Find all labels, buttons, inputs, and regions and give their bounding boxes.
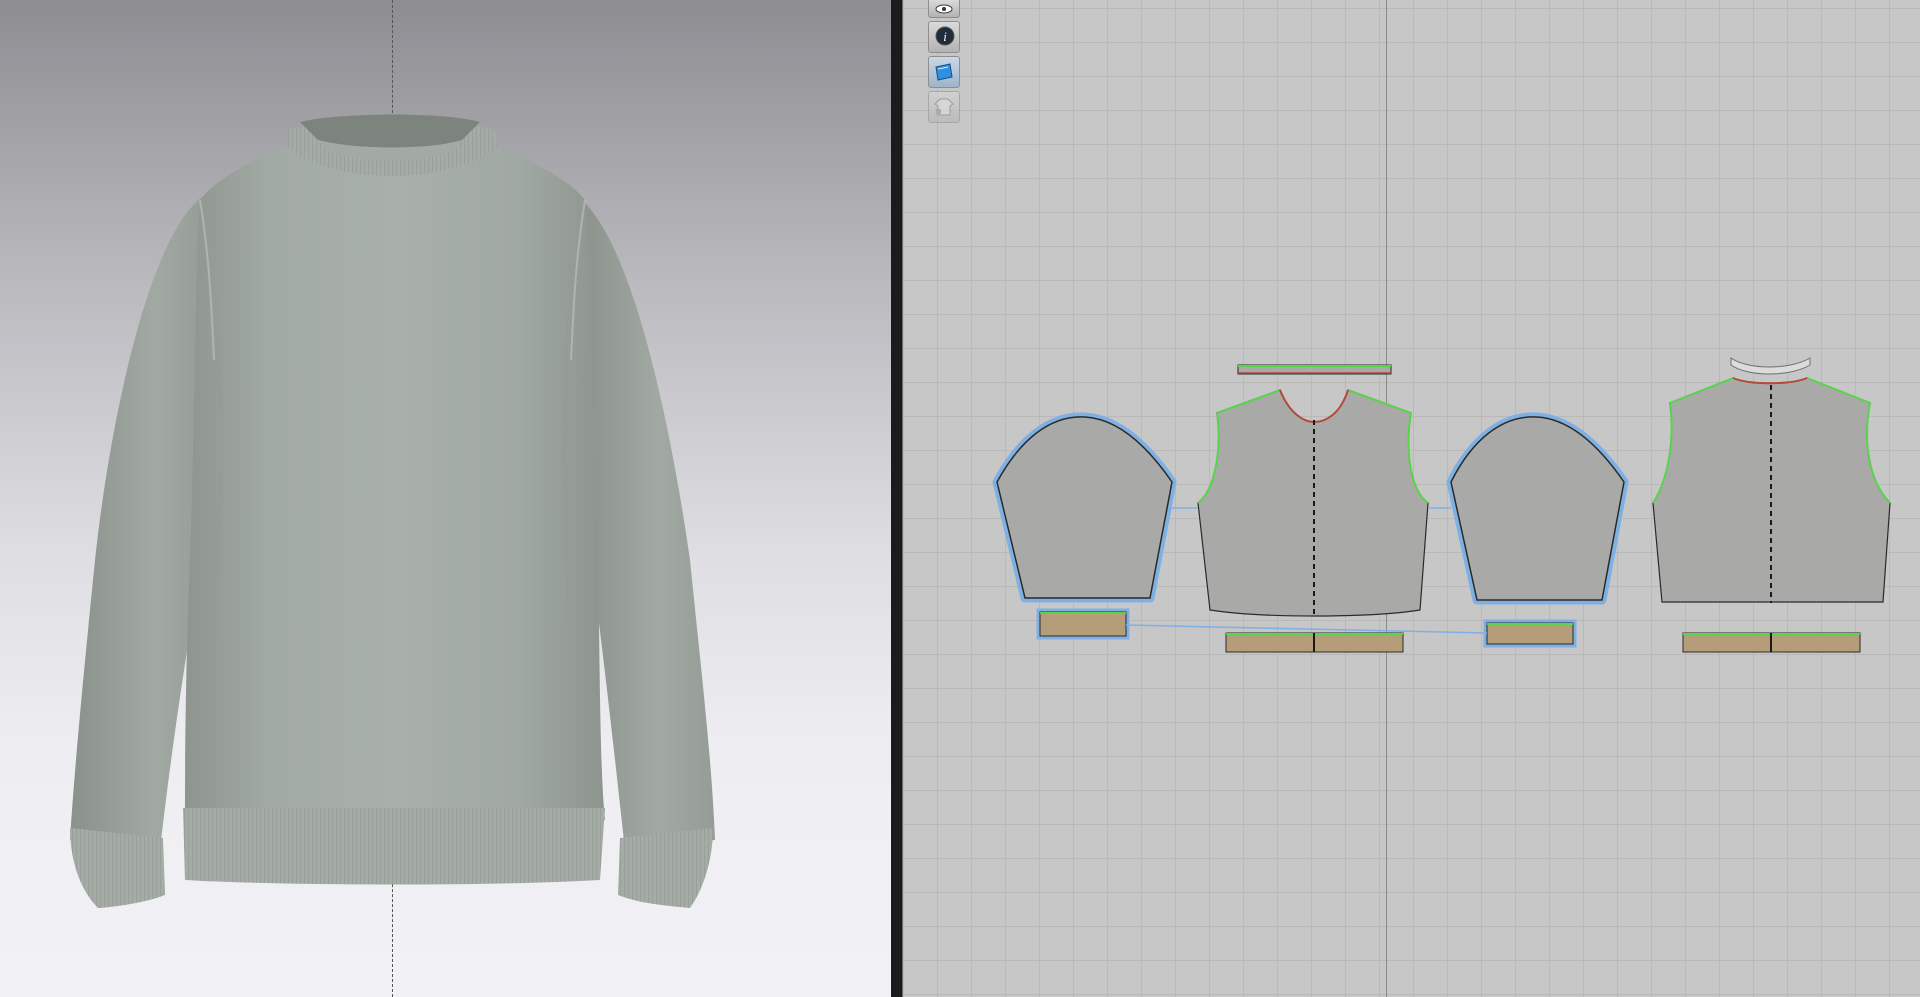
info-icon[interactable]: i <box>928 21 960 53</box>
pattern-piece-front-body[interactable] <box>1197 389 1429 617</box>
pattern-piece-back-neck-rib[interactable] <box>1730 357 1811 375</box>
hem-band-3d <box>183 808 605 885</box>
eye-icon[interactable] <box>928 0 960 18</box>
pattern-piece-front-neck-rib[interactable] <box>1237 364 1392 375</box>
sweatshirt-3d-render[interactable] <box>0 0 891 997</box>
svg-text:i: i <box>943 29 947 44</box>
left-cuff-3d <box>70 828 165 908</box>
right-cuff-3d <box>618 828 713 908</box>
pattern-piece-back-hem-band[interactable] <box>1682 632 1861 653</box>
body-3d <box>185 145 605 820</box>
pane-divider[interactable] <box>891 0 903 997</box>
pattern-piece-back-body[interactable] <box>1652 377 1891 603</box>
pattern-piece-left-sleeve[interactable] <box>992 412 1177 603</box>
pattern-piece-right-sleeve[interactable] <box>1446 412 1629 605</box>
pattern-piece-right-cuff[interactable] <box>1483 619 1577 648</box>
sewing-link-line <box>1125 624 1488 634</box>
pattern-piece-front-hem-band[interactable] <box>1225 632 1404 653</box>
pattern-piece-left-cuff[interactable] <box>1036 608 1130 640</box>
garment-lock-icon[interactable] <box>928 91 960 123</box>
2d-window-toolbar: i <box>928 0 964 126</box>
3d-viewport[interactable] <box>0 0 891 997</box>
pattern-page-icon[interactable] <box>928 56 960 88</box>
2d-pattern-viewport[interactable] <box>903 0 1920 997</box>
